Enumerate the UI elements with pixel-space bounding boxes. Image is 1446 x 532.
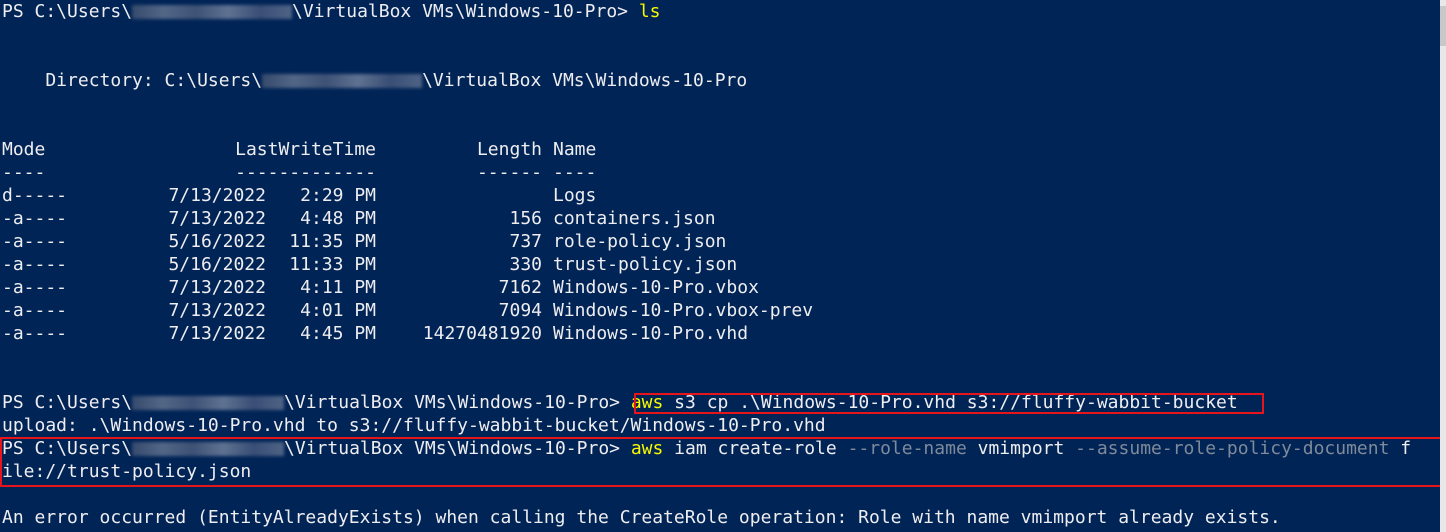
listing-underline-row: ---- ------------- ------ ----	[2, 161, 813, 184]
table-row: -a---- 7/13/2022 4:11 PM 7162 Windows-10…	[2, 276, 813, 299]
row-date: 7/13/2022	[168, 208, 266, 229]
row-length: 7094	[498, 300, 542, 321]
row-name: role-policy.json	[553, 231, 727, 252]
highlight-box-s3-cp	[634, 393, 1264, 414]
command-ls: ls	[638, 1, 661, 22]
row-name: Windows-10-Pro.vbox	[553, 277, 759, 298]
underline-name: ----	[553, 162, 597, 183]
row-mode: -a----	[2, 254, 68, 275]
prompt-prefix: PS C:\Users\	[2, 1, 133, 22]
underline-mode: ----	[2, 162, 46, 183]
scrollbar-thumb[interactable]	[1440, 6, 1446, 46]
row-date: 7/13/2022	[168, 185, 266, 206]
row-mode: -a----	[2, 231, 68, 252]
redacted-username	[132, 5, 293, 19]
row-length: 737	[509, 231, 542, 252]
row-name: Windows-10-Pro.vbox-prev	[553, 300, 814, 321]
error-output-line: An error occurred (EntityAlreadyExists) …	[2, 507, 1281, 528]
underline-length: ------	[476, 162, 542, 183]
header-name: Name	[553, 139, 597, 160]
row-date: 5/16/2022	[168, 254, 266, 275]
prompt-prefix: PS C:\Users\	[2, 392, 133, 413]
redacted-username	[262, 74, 423, 88]
row-mode: -a----	[2, 277, 68, 298]
table-row: -a---- 7/13/2022 4:01 PM 7094 Windows-10…	[2, 299, 813, 322]
prompt-path: \VirtualBox VMs\Windows-10-Pro>	[284, 392, 631, 413]
listing-header-row: Mode LastWriteTime Length Name	[2, 138, 813, 161]
vertical-scrollbar[interactable]	[1440, 0, 1446, 532]
row-length: 330	[509, 254, 542, 275]
row-time: 4:01 PM	[300, 300, 376, 321]
row-date: 7/13/2022	[168, 300, 266, 321]
row-length	[376, 184, 542, 207]
row-length: 156	[509, 208, 542, 229]
row-time: 2:29 PM	[300, 185, 376, 206]
row-mode: -a----	[2, 300, 68, 321]
row-name: Windows-10-Pro.vhd	[553, 323, 749, 344]
upload-output-line: upload: .\Windows-10-Pro.vhd to s3://flu…	[2, 415, 826, 436]
header-mode: Mode	[2, 139, 46, 160]
header-lastwritetime: LastWriteTime	[235, 139, 376, 160]
table-row: -a---- 7/13/2022 4:48 PM 156 containers.…	[2, 207, 813, 230]
powershell-terminal[interactable]: PS C:\Users\ \VirtualBox VMs\Windows-10-P…	[0, 0, 1446, 532]
table-row: d----- 7/13/2022 2:29 PM Logs	[2, 184, 813, 207]
row-name: trust-policy.json	[553, 254, 738, 275]
row-date: 7/13/2022	[168, 277, 266, 298]
row-time: 4:11 PM	[300, 277, 376, 298]
redacted-username	[132, 396, 285, 410]
directory-line: Directory: C:\Users\ \VirtualBox VMs\Wind…	[2, 69, 747, 92]
highlight-box-create-role	[0, 437, 1443, 487]
row-time: 11:35 PM	[289, 231, 376, 252]
row-mode: -a----	[2, 208, 68, 229]
row-mode: d-----	[2, 185, 68, 206]
row-time: 4:48 PM	[300, 208, 376, 229]
underline-lastwritetime: -------------	[235, 162, 376, 183]
row-time: 11:33 PM	[289, 254, 376, 275]
header-length: Length	[476, 139, 542, 160]
directory-path: \VirtualBox VMs\Windows-10-Pro	[422, 70, 748, 91]
directory-label: Directory: C:\Users\	[2, 70, 263, 91]
table-row: -a---- 5/16/2022 11:35 PM 737 role-polic…	[2, 230, 813, 253]
row-length: 7162	[498, 277, 542, 298]
row-length: 14270481920	[422, 323, 542, 344]
table-row: -a---- 7/13/2022 4:45 PM 14270481920 Win…	[2, 322, 813, 345]
row-date: 5/16/2022	[168, 231, 266, 252]
prompt-line-ls: PS C:\Users\ \VirtualBox VMs\Windows-10-P…	[2, 0, 661, 23]
row-time: 4:45 PM	[300, 323, 376, 344]
row-date: 7/13/2022	[168, 323, 266, 344]
row-name: Logs	[553, 185, 597, 206]
prompt-path: \VirtualBox VMs\Windows-10-Pro>	[292, 1, 639, 22]
row-mode: -a----	[2, 323, 68, 344]
row-name: containers.json	[553, 208, 716, 229]
directory-listing: Mode LastWriteTime Length Name ---- ----…	[2, 138, 813, 345]
table-row: -a---- 5/16/2022 11:33 PM 330 trust-poli…	[2, 253, 813, 276]
